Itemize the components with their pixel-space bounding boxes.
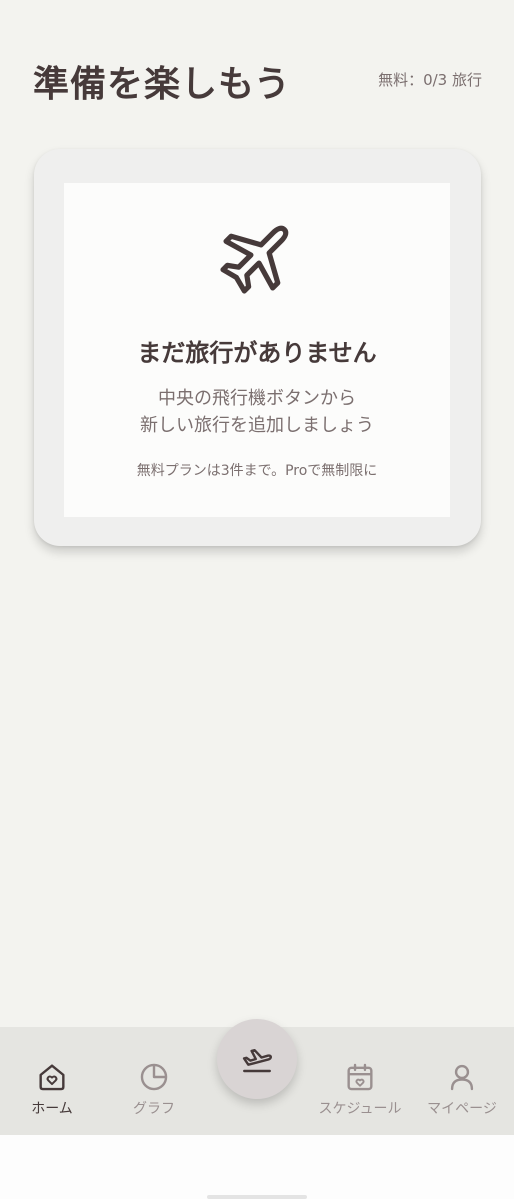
empty-state-title: まだ旅行がありません <box>137 339 377 367</box>
empty-state-content: まだ旅行がありません 中央の飛行機ボタンから 新しい旅行を追加しましょう 無料プ… <box>64 183 450 517</box>
add-trip-button[interactable] <box>217 1019 297 1099</box>
app-screen: 準備を楽しもう 無料：0/3 旅行 まだ旅行がありません 中央の飛行機ボタンから… <box>0 0 514 1199</box>
home-indicator <box>207 1195 307 1199</box>
tab-home-label: ホーム <box>31 1101 73 1117</box>
calendar-heart-icon <box>347 1063 373 1091</box>
free-plan-note: 無料プランは3件まで。Proで無制限に <box>136 463 378 479</box>
trip-quota-label: 無料：0/3 旅行 <box>378 71 482 89</box>
page-title: 準備を楽しもう <box>33 64 291 105</box>
empty-state-description: 中央の飛行機ボタンから 新しい旅行を追加しましょう <box>64 385 450 439</box>
pie-chart-icon <box>140 1063 168 1091</box>
empty-state-description-line1: 中央の飛行機ボタンから <box>158 388 356 409</box>
airplane-takeoff-icon <box>242 1048 273 1073</box>
bottom-safe-area <box>0 1135 514 1199</box>
tab-schedule-label: スケジュール <box>318 1101 402 1117</box>
tab-schedule[interactable]: スケジュール <box>308 1027 412 1135</box>
tab-graph-label: グラフ <box>133 1101 175 1117</box>
header: 準備を楽しもう 無料：0/3 旅行 <box>0 0 514 130</box>
home-heart-icon <box>39 1064 65 1091</box>
empty-state-description-line2: 新しい旅行を追加しましょう <box>140 415 374 436</box>
airplane-icon <box>220 225 289 294</box>
tab-home[interactable]: ホーム <box>0 1027 104 1135</box>
empty-state-card: まだ旅行がありません 中央の飛行機ボタンから 新しい旅行を追加しましょう 無料プ… <box>34 149 481 546</box>
tab-graph[interactable]: グラフ <box>102 1027 206 1135</box>
tab-mypage[interactable]: マイページ <box>410 1027 514 1135</box>
tab-mypage-label: マイページ <box>427 1101 497 1117</box>
user-icon <box>450 1064 474 1091</box>
